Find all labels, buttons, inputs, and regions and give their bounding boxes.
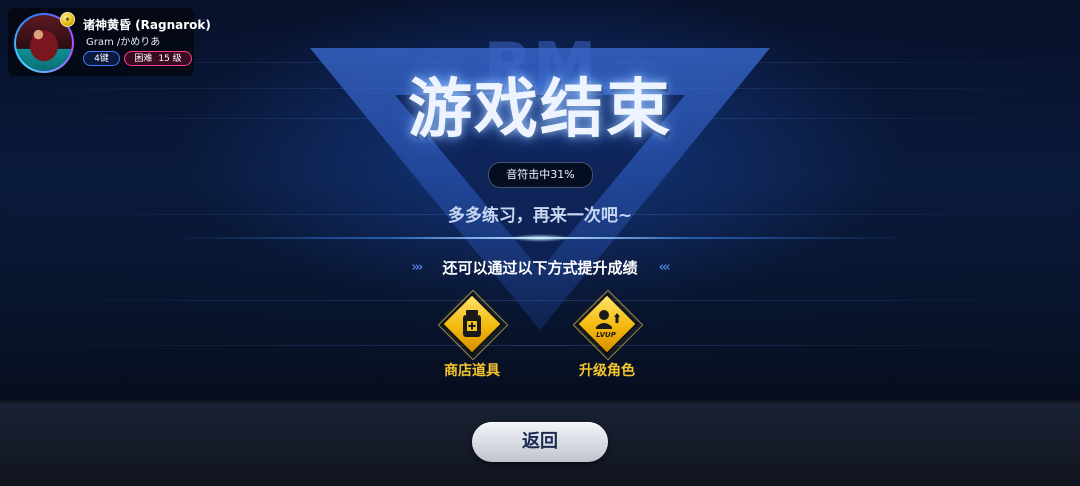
chevron-right-icon: ››› [411,260,423,275]
shop-items-option[interactable]: 商店道具 [432,289,512,386]
back-button[interactable]: 返回 [472,422,608,462]
shop-items-label: 商店道具 [444,363,500,379]
level-up-icon: LVUP [596,310,620,339]
upgrade-character-option[interactable]: LVUP 升级角色 [567,289,647,386]
improve-heading-row: ››› 还可以通过以下方式提升成绩 ‹‹‹ [0,257,1080,277]
badge-icon: ✦ [60,12,75,27]
medicine-bottle-icon [463,310,481,337]
hit-rate-badge: 音符击中31% [488,162,593,188]
chevron-left-icon: ‹‹‹ [658,260,671,275]
divider-glow [510,234,570,242]
encouragement-text: 多多练习，再来一次吧~ [447,206,633,226]
song-artist: Gram /かめりあ [86,37,161,48]
game-over-title: 游戏结束 [408,73,672,147]
improve-heading: 还可以通过以下方式提升成绩 [442,259,638,277]
upgrade-character-label: 升级角色 [579,363,635,379]
svg-text:LVUP: LVUP [596,331,617,339]
song-title: 诸神黄昏 (Ragnarok) [83,18,211,32]
